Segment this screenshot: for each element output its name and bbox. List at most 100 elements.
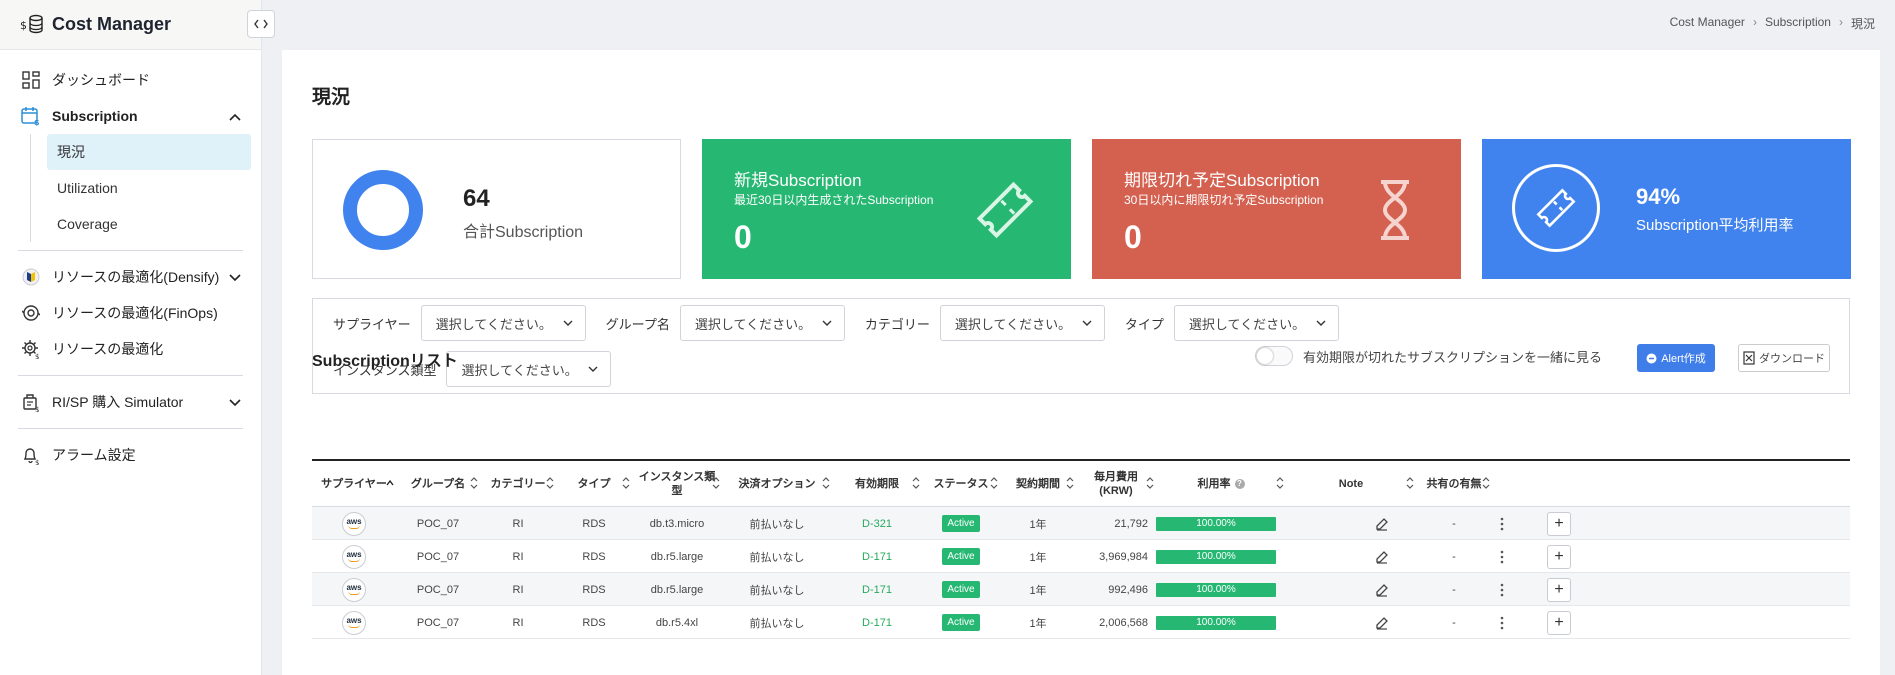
more-vertical-icon[interactable] (1472, 606, 1532, 639)
header-label: インスタンス類 (638, 470, 716, 483)
column-header-utilization[interactable]: 利用率? (1156, 461, 1286, 507)
edit-note-icon[interactable] (1362, 507, 1402, 540)
new-subscription-count: 0 (734, 219, 752, 255)
sidebar-divider (18, 250, 243, 251)
add-button[interactable]: + (1547, 544, 1571, 569)
header-label: ステータス (933, 477, 989, 490)
sidebar-item-optimization[interactable]: $ リソースの最適化 (0, 331, 261, 367)
column-header-term[interactable]: 契約期間 (1000, 461, 1076, 507)
card-title: 期限切れ予定Subscription (1124, 171, 1320, 190)
chevron-down-icon[interactable] (229, 269, 241, 285)
sidebar-item-alarm-settings[interactable]: $ アラーム設定 (0, 437, 261, 473)
card-expiring-subscription[interactable]: 期限切れ予定Subscription 30日以内に期限切れ予定Subscript… (1092, 139, 1461, 279)
more-vertical-icon[interactable] (1472, 573, 1532, 606)
column-header-payment-option[interactable]: 決済オプション (722, 461, 832, 507)
expiry-link[interactable]: D-171 (862, 584, 892, 596)
column-header-supplier[interactable]: サプライヤー (312, 461, 396, 507)
header-label: グループ名 (410, 477, 466, 490)
header-label: 型 (671, 485, 683, 497)
add-button[interactable]: + (1547, 577, 1571, 602)
sidebar-item-label: アラーム設定 (52, 447, 136, 463)
column-header-instance-type[interactable]: インスタンス類型 (632, 461, 722, 507)
sort-icon (1482, 477, 1490, 493)
type-select[interactable]: 選択してください。 (1173, 305, 1339, 341)
expiry-link[interactable]: D-171 (862, 617, 892, 629)
breadcrumb-item[interactable]: Subscription (1765, 15, 1831, 32)
cell-expiry: D-171 (832, 606, 922, 639)
breadcrumb-item[interactable]: Cost Manager (1670, 15, 1745, 32)
sidebar-item-dashboard[interactable]: ダッシュボード (0, 62, 261, 98)
column-header-shared[interactable]: 共有の有無 (1416, 461, 1492, 507)
sidebar-subitem-coverage[interactable]: Coverage (47, 206, 251, 242)
card-new-subscription[interactable]: 新規Subscription 最近30日以内生成されたSubscription … (702, 139, 1071, 279)
sort-icon (1066, 477, 1074, 493)
create-alert-button[interactable]: Alert作成 (1637, 344, 1715, 372)
cell-term: 1年 (1029, 551, 1047, 564)
instance-type-select[interactable]: 選択してください。 (446, 351, 612, 387)
sidebar-item-ri-sp-simulator[interactable]: $ RI/SP 購入 Simulator (0, 384, 261, 420)
aws-logo-icon: aws (342, 577, 366, 602)
sidebar-subitem-utilization[interactable]: Utilization (47, 170, 251, 206)
edit-note-icon[interactable] (1362, 540, 1402, 573)
expiry-link[interactable]: D-321 (862, 518, 892, 530)
supplier-select[interactable]: 選択してください。 (420, 305, 586, 341)
utilization-value: 100.00% (1196, 617, 1236, 628)
sidebar-item-finops[interactable]: リソースの最適化(FinOps) (0, 295, 261, 331)
column-header-note[interactable]: Note (1286, 461, 1416, 507)
show-expired-toggle[interactable] (1255, 346, 1293, 366)
download-button[interactable]: ダウンロード (1738, 344, 1830, 372)
svg-text:$: $ (35, 459, 39, 465)
cell-term: 1年 (1029, 518, 1047, 531)
sort-icon (546, 477, 554, 493)
header-label: 利用率 (1197, 477, 1231, 490)
sidebar-item-label: リソースの最適化 (52, 341, 164, 357)
info-icon[interactable]: ? (1234, 479, 1245, 489)
column-header-expiry[interactable]: 有効期限 (832, 461, 922, 507)
cell-expiry: D-321 (832, 507, 922, 540)
column-header-monthly-cost[interactable]: 毎月費用 (KRW) (1076, 461, 1156, 507)
expiry-link[interactable]: D-171 (862, 551, 892, 563)
sidebar-item-subscription[interactable]: $ Subscription (0, 98, 261, 134)
more-vertical-icon[interactable] (1472, 507, 1532, 540)
table-row[interactable]: aws POC_07 RI RDS db.t3.micro 前払いなし D-32… (312, 507, 1850, 540)
group-select[interactable]: 選択してください。 (679, 305, 845, 341)
sidebar-item-densify[interactable]: リソースの最適化(Densify) (0, 259, 261, 295)
edit-note-icon[interactable] (1362, 573, 1402, 606)
expiring-subscription-count: 0 (1124, 219, 1142, 255)
category-select[interactable]: 選択してください。 (939, 305, 1105, 341)
chevron-down-icon[interactable] (229, 394, 241, 410)
column-header-status[interactable]: ステータス (922, 461, 1000, 507)
status-badge: Active (942, 581, 980, 598)
table-row[interactable]: aws POC_07 RI RDS db.r5.large 前払いなし D-17… (312, 573, 1850, 606)
subscription-table: サプライヤー グループ名 カテゴリー タイプ インスタンス類型 決済オプション … (312, 459, 1850, 639)
column-header-type[interactable]: タイプ (556, 461, 632, 507)
ticket-ring-icon (1512, 164, 1600, 252)
column-header-group[interactable]: グループ名 (396, 461, 480, 507)
utilization-bar: 100.00% (1156, 582, 1276, 597)
table-row[interactable]: aws POC_07 RI RDS db.r5.4xl 前払いなし D-171 … (312, 606, 1850, 639)
add-button[interactable]: + (1547, 610, 1571, 635)
edit-note-icon[interactable] (1362, 606, 1402, 639)
cell-category: RI (512, 550, 524, 563)
add-button[interactable]: + (1547, 511, 1571, 536)
select-value: 選択してください。 (954, 316, 1072, 332)
sidebar-collapse-button[interactable] (247, 10, 275, 38)
column-header-category[interactable]: カテゴリー (480, 461, 556, 507)
card-subtitle: 最近30日以内生成されたSubscription (734, 193, 934, 207)
sidebar-item-label: リソースの最適化(Densify) (52, 269, 220, 285)
sidebar-item-label: RI/SP 購入 Simulator (52, 394, 184, 410)
filter-label-group: グループ名 (605, 316, 670, 332)
aws-logo-text: aws (346, 616, 362, 625)
cell-monthly-cost: 2,006,568 (1099, 616, 1148, 629)
chevron-up-icon[interactable] (229, 108, 241, 124)
toggle-knob (1257, 348, 1273, 364)
card-average-utilization: 94% Subscription平均利用率 (1482, 139, 1851, 279)
cell-supplier: aws (312, 507, 396, 540)
cell-monthly-cost: 992,496 (1108, 583, 1148, 596)
table-row[interactable]: aws POC_07 RI RDS db.r5.large 前払いなし D-17… (312, 540, 1850, 573)
dashboard-grid-icon (20, 69, 42, 91)
more-vertical-icon[interactable] (1472, 540, 1532, 573)
sidebar-subitem-status[interactable]: 現況 (47, 134, 251, 170)
cell-payment-option: 前払いなし (749, 617, 805, 630)
expired-toggle-wrap: 有効期限が切れたサブスクリプションを一緒に見る (1255, 346, 1602, 366)
